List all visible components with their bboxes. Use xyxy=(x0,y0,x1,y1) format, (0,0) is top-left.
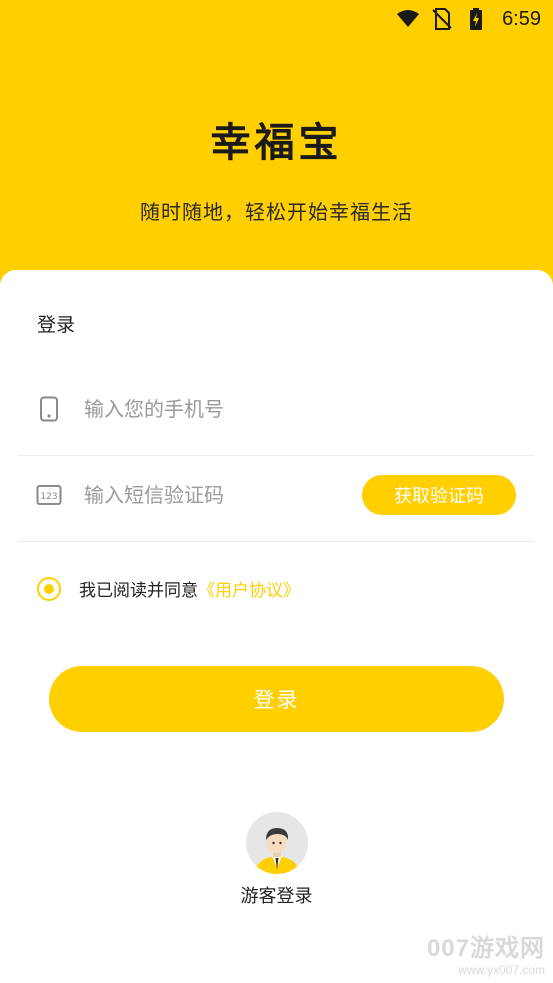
guest-login[interactable]: 游客登录 xyxy=(0,812,553,908)
watermark-url: www.yx007.com xyxy=(458,963,545,977)
clock: 6:59 xyxy=(502,7,541,30)
login-title: 登录 xyxy=(37,314,76,336)
status-bar: 6:59 xyxy=(0,0,553,38)
guest-login-label[interactable]: 游客登录 xyxy=(241,882,313,908)
agreement-row: 我已阅读并同意 《用户协议》 xyxy=(37,576,300,601)
watermark-logo: 007游戏网 xyxy=(426,935,545,962)
guest-avatar-icon[interactable] xyxy=(245,812,308,874)
sms-code-input[interactable] xyxy=(84,482,362,507)
phone-field-row xyxy=(18,362,534,456)
code-field-row: 123 获取验证码 xyxy=(18,448,534,542)
svg-text:123: 123 xyxy=(40,492,57,502)
agreement-text: 我已阅读并同意 xyxy=(79,581,198,601)
watermark: 007游戏网 www.yx007.com xyxy=(427,928,545,977)
login-card: 登录 123 获取验证码 我已阅读并同意《用户协议》 登录 xyxy=(0,270,553,983)
radio-dot-icon xyxy=(44,583,54,594)
number-pad-icon: 123 xyxy=(36,484,62,505)
login-button[interactable]: 登录 xyxy=(49,666,504,732)
app-name: 幸福宝 xyxy=(210,119,343,166)
no-sim-icon xyxy=(432,8,452,30)
agreement-radio[interactable] xyxy=(37,576,61,601)
get-code-button[interactable]: 获取验证码 xyxy=(362,474,516,515)
guest-avatar-figure xyxy=(253,828,300,874)
user-agreement-link[interactable]: 《用户协议》 xyxy=(198,576,300,601)
app-slogan: 随时随地，轻松开始幸福生活 xyxy=(140,200,413,224)
phone-icon xyxy=(40,396,58,421)
wifi-icon xyxy=(397,10,420,27)
phone-input[interactable] xyxy=(84,396,534,421)
battery-charging-icon xyxy=(470,8,483,30)
